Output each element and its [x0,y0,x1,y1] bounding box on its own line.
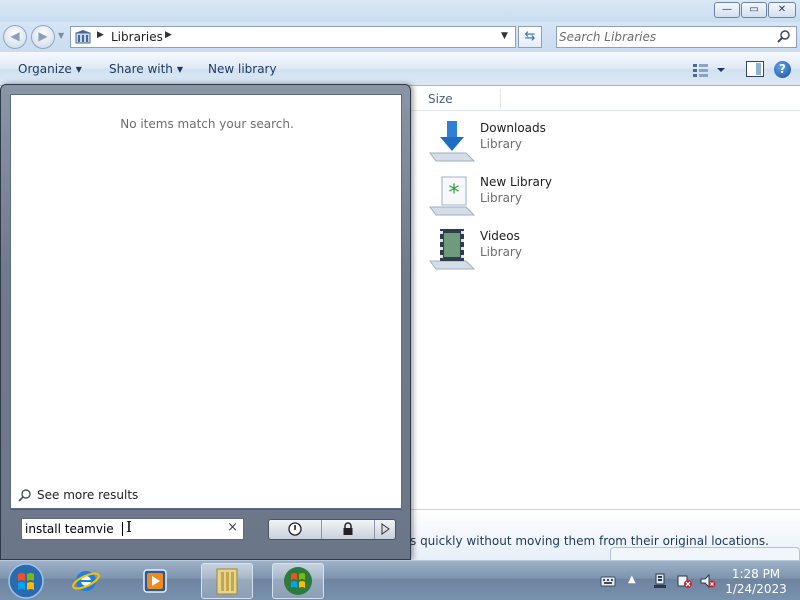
power-icon [288,522,302,536]
videos-library-icon [429,229,476,270]
divider [10,509,402,510]
downloads-library-icon [429,121,476,162]
list-item[interactable]: Downloads Library [428,119,728,167]
new-library-button[interactable]: New library [208,62,277,76]
details-description: s quickly without moving them from their… [410,534,769,548]
list-item[interactable]: Videos Library [428,227,728,275]
taskbar-windows-logo-app[interactable] [272,563,324,599]
keyboard-icon[interactable] [600,573,616,589]
volume-muted-icon[interactable] [700,573,716,589]
new-library-icon: * [429,176,476,216]
lock-icon [343,522,353,535]
details-pane-tab [610,547,800,560]
close-button[interactable]: ✕ [768,2,796,18]
chevron-down-icon: ▼ [75,65,82,74]
windows-logo-icon [284,567,312,595]
forward-button[interactable]: ▶ [31,25,55,49]
title-bar: — ▭ ✕ [0,0,800,22]
refresh-button[interactable]: ⇆ [518,26,542,48]
windows-start-button[interactable] [6,562,46,600]
clear-search-button[interactable]: × [227,520,238,535]
start-menu: No items match your search. See more res… [0,84,411,560]
taskbar-internet-explorer[interactable] [60,563,112,599]
help-icon[interactable]: ? [774,61,791,78]
search-icon [777,30,790,43]
shutdown-button[interactable] [269,520,322,539]
address-bar[interactable]: ▶ Libraries ▶ ▼ [70,26,516,48]
text-caret [122,522,123,536]
search-box[interactable] [556,26,797,48]
refresh-icon: ⇆ [524,29,536,44]
search-input[interactable] [559,28,769,46]
preview-pane-button[interactable] [746,61,764,77]
recent-pages-dropdown[interactable]: ▼ [58,31,64,40]
share-with-menu-button[interactable]: Share with ▼ [109,62,183,76]
no-results-message: No items match your search. [120,117,294,131]
back-button[interactable]: ◀ [3,25,27,49]
lock-button[interactable] [322,520,375,539]
search-query: install teamvie [25,522,114,536]
organize-menu-button[interactable]: Organize ▼ [18,62,82,76]
change-view-icon[interactable] [690,60,730,78]
svg-text:*: * [449,181,460,206]
clock-date: 1/24/2023 [725,582,787,596]
search-results-panel: No items match your search. See more res… [10,94,402,509]
internet-explorer-icon [72,571,100,591]
breadcrumb-separator[interactable]: ▶ [165,30,172,40]
chevron-right-icon [381,523,390,535]
breadcrumb-separator[interactable]: ▶ [97,30,104,40]
minimize-button[interactable]: — [714,2,740,18]
breadcrumb-libraries[interactable]: Libraries [111,30,163,44]
action-center-flag-icon[interactable] [677,573,693,589]
column-header: Size [410,87,800,111]
show-hidden-icons-button[interactable]: ▲ [628,574,644,590]
taskbar-windows-explorer[interactable] [201,563,253,599]
chevron-down-icon: ▼ [176,65,184,74]
search-icon [18,489,31,502]
address-history-dropdown[interactable]: ▼ [501,31,508,41]
maximize-button[interactable]: ▭ [741,2,767,18]
column-size[interactable]: Size [428,92,453,106]
forward-arrow-icon: ▶ [38,29,48,43]
libraries-folder-icon [216,568,238,595]
power-buttons [268,519,396,540]
libraries-icon [75,30,91,44]
command-bar: Organize ▼ Share with ▼ New library ? [0,52,800,86]
start-search-input[interactable]: install teamvie I × [21,518,244,540]
network-icon[interactable] [652,573,668,589]
clock-time: 1:28 PM [731,567,781,581]
back-arrow-icon: ◀ [10,29,20,43]
clock[interactable]: 1:28 PM 1/24/2023 [722,567,790,597]
ibeam-cursor-icon: I [126,518,132,536]
list-item[interactable]: * New Library Library [428,173,728,221]
power-options-button[interactable] [375,520,395,539]
taskbar: ▲ 1:28 PM 1/24/2023 [0,560,800,600]
column-divider[interactable] [500,89,501,109]
windows-media-player-icon [143,569,167,593]
address-toolbar: ◀ ▶ ▼ ▶ Libraries ▶ ▼ ⇆ [0,22,800,52]
taskbar-media-player[interactable] [129,563,181,599]
